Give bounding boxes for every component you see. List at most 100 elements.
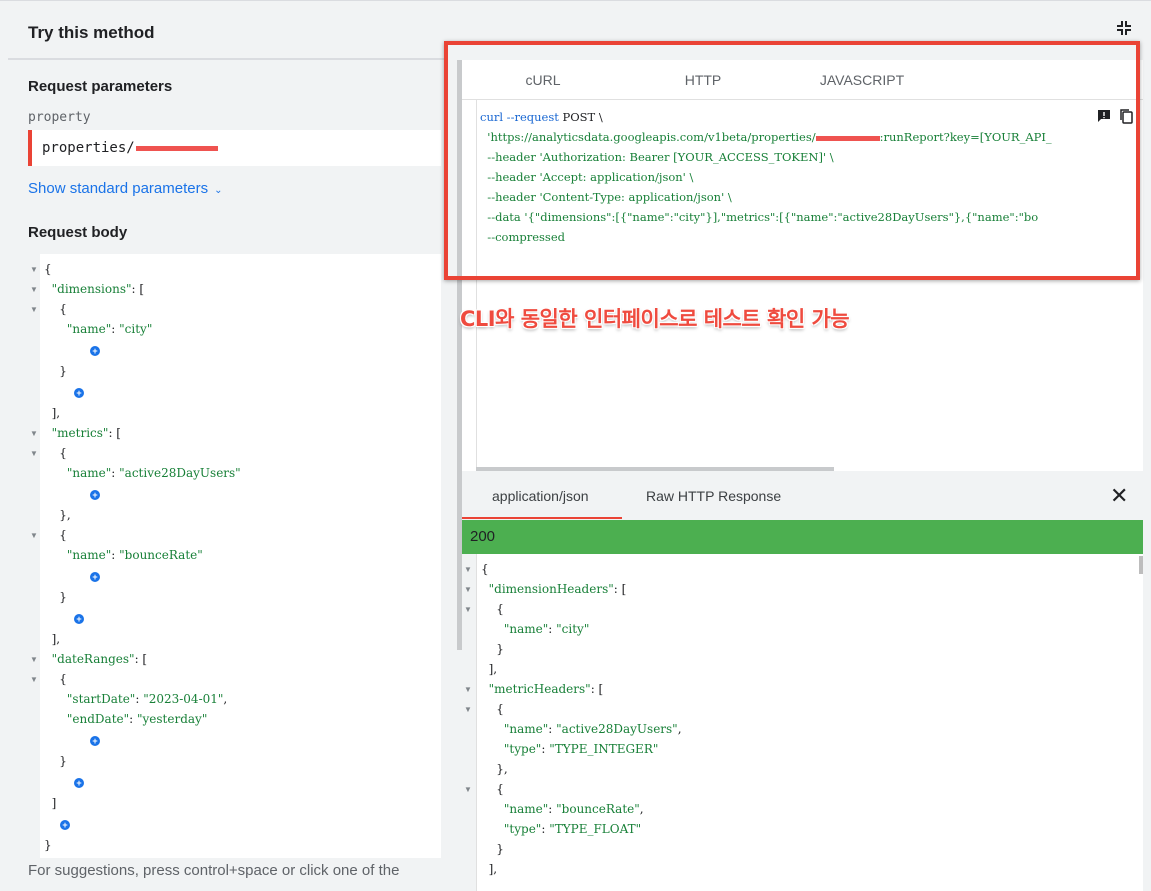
request-body-line: "startDate": "2023-04-01", bbox=[66, 692, 228, 706]
fold-arrow-icon[interactable]: ▼ bbox=[464, 785, 472, 794]
response-line: { bbox=[481, 702, 504, 716]
request-body-line: { bbox=[44, 528, 67, 542]
response-line: "type": "TYPE_INTEGER" bbox=[503, 742, 659, 756]
request-body-title: Request body bbox=[28, 224, 128, 241]
curl-line: --data '{"dimensions":[{"name":"city"}],… bbox=[480, 210, 1039, 224]
response-line: "dimensionHeaders": [ bbox=[488, 582, 627, 596]
feedback-icon[interactable] bbox=[1096, 108, 1112, 124]
fold-arrow-icon[interactable]: ▼ bbox=[464, 685, 472, 694]
response-line: } bbox=[481, 842, 504, 856]
property-value: properties/ bbox=[42, 140, 135, 156]
add-field-button[interactable]: + bbox=[90, 572, 100, 582]
fullscreen-exit-icon[interactable] bbox=[1114, 18, 1134, 38]
response-tabs: application/json Raw HTTP Response ✕ bbox=[462, 471, 1143, 520]
fold-arrow-icon[interactable]: ▼ bbox=[30, 449, 38, 458]
add-field-button[interactable]: + bbox=[90, 736, 100, 746]
property-input[interactable]: properties/ bbox=[28, 130, 441, 166]
fold-arrow-icon[interactable]: ▼ bbox=[30, 675, 38, 684]
copy-icon[interactable] bbox=[1118, 108, 1134, 124]
request-body-line: { bbox=[44, 672, 67, 686]
tab-application-json[interactable]: application/json bbox=[492, 488, 589, 504]
panel-title: Try this method bbox=[28, 23, 155, 42]
add-field-button[interactable]: + bbox=[74, 388, 84, 398]
add-field-button[interactable]: + bbox=[90, 490, 100, 500]
close-icon[interactable]: ✕ bbox=[1110, 483, 1128, 509]
tab-curl[interactable]: cURL bbox=[506, 72, 580, 88]
request-body-line: { bbox=[44, 446, 67, 460]
tab-javascript[interactable]: JAVASCRIPT bbox=[812, 72, 912, 88]
curl-line: --compressed bbox=[480, 230, 565, 244]
request-body-line: "endDate": "yesterday" bbox=[66, 712, 208, 726]
code-sample-panel: cURL HTTP JAVASCRIPT curl --request POST… bbox=[462, 60, 1143, 471]
request-body-line: } bbox=[44, 590, 67, 604]
response-line: "name": "city" bbox=[503, 622, 590, 636]
redaction-mark bbox=[815, 135, 880, 141]
add-field-button[interactable]: + bbox=[90, 346, 100, 356]
request-body-line: "name": "city" bbox=[66, 322, 153, 336]
fold-arrow-icon[interactable]: ▼ bbox=[464, 705, 472, 714]
curl-line: curl --request POST \ bbox=[480, 110, 603, 124]
response-line: { bbox=[481, 782, 504, 796]
status-code: 200 bbox=[470, 528, 496, 545]
response-line: "type": "TYPE_FLOAT" bbox=[503, 822, 642, 836]
response-line: }, bbox=[481, 762, 508, 776]
show-standard-parameters-link[interactable]: Show standard parameters ⌄ bbox=[28, 180, 223, 197]
request-body-line: } bbox=[44, 754, 67, 768]
fold-arrow-icon[interactable]: ▼ bbox=[30, 285, 38, 294]
code-tabs: cURL HTTP JAVASCRIPT bbox=[462, 60, 1143, 100]
chevron-down-icon: ⌄ bbox=[214, 185, 223, 196]
response-line: "name": "bounceRate", bbox=[503, 802, 644, 816]
curl-line: --header 'Authorization: Bearer [YOUR_AC… bbox=[480, 150, 834, 164]
response-line: "name": "active28DayUsers", bbox=[503, 722, 682, 736]
fold-arrow-icon[interactable]: ▼ bbox=[30, 265, 38, 274]
curl-line: --header 'Content-Type: application/json… bbox=[480, 190, 732, 204]
try-this-method-panel: Try this method Request parameters prope… bbox=[0, 0, 1151, 891]
response-line: ], bbox=[481, 662, 498, 676]
status-code-bar: 200 bbox=[462, 520, 1143, 554]
fold-arrow-icon[interactable]: ▼ bbox=[30, 655, 38, 664]
request-body-line: ] bbox=[44, 796, 57, 810]
request-body-editor[interactable]: { ▼ "dimensions": [ ▼ { ▼ "name": "city" + }… bbox=[28, 254, 441, 858]
redaction-mark bbox=[135, 145, 218, 151]
response-line: { bbox=[481, 602, 504, 616]
add-field-button[interactable]: + bbox=[74, 614, 84, 624]
request-body-line: "metrics": [ bbox=[51, 426, 121, 440]
add-field-button[interactable]: + bbox=[60, 820, 70, 830]
request-body-line: } bbox=[44, 364, 67, 378]
request-body-line: "name": "bounceRate" bbox=[66, 548, 203, 562]
response-panel: application/json Raw HTTP Response ✕ 200… bbox=[462, 471, 1143, 891]
fold-arrow-icon[interactable]: ▼ bbox=[30, 305, 38, 314]
add-field-button[interactable]: + bbox=[74, 778, 84, 788]
request-body-line: }, bbox=[44, 508, 71, 522]
request-body-line: { bbox=[44, 262, 52, 276]
response-json: { "dimensionHeaders": [ { "name": "city"… bbox=[476, 554, 1143, 891]
response-line: } bbox=[481, 642, 504, 656]
fold-arrow-icon[interactable]: ▼ bbox=[30, 531, 38, 540]
response-line: { bbox=[481, 562, 489, 576]
request-body-line: } bbox=[44, 838, 52, 852]
request-body-line: "dimensions": [ bbox=[51, 282, 145, 296]
header-divider bbox=[8, 58, 444, 60]
curl-line: --header 'Accept: application/json' \ bbox=[480, 170, 694, 184]
fold-arrow-icon[interactable]: ▼ bbox=[30, 429, 38, 438]
tab-http[interactable]: HTTP bbox=[666, 72, 740, 88]
annotation-text: CLI와 동일한 인터페이스로 테스트 확인 가능 bbox=[460, 307, 850, 331]
editor-gutter bbox=[28, 254, 40, 858]
response-line: ], bbox=[481, 862, 498, 876]
request-body-line: ], bbox=[44, 632, 61, 646]
request-body-line: { bbox=[44, 302, 67, 316]
request-body-line: "name": "active28DayUsers" bbox=[66, 466, 241, 480]
curl-code: curl --request POST \ 'https://analytics… bbox=[476, 100, 1143, 471]
fold-arrow-icon[interactable]: ▼ bbox=[464, 605, 472, 614]
fold-arrow-icon[interactable]: ▼ bbox=[464, 585, 472, 594]
request-body-line: "dateRanges": [ bbox=[51, 652, 148, 666]
fold-arrow-icon[interactable]: ▼ bbox=[464, 565, 472, 574]
tab-raw-http-response[interactable]: Raw HTTP Response bbox=[646, 488, 781, 504]
response-line: "metricHeaders": [ bbox=[488, 682, 604, 696]
response-body: { "dimensionHeaders": [ { "name": "city"… bbox=[462, 554, 1143, 891]
vertical-scrollbar[interactable] bbox=[1139, 556, 1143, 574]
curl-line: 'https://analyticsdata.googleapis.com/v1… bbox=[480, 130, 1052, 144]
active-tab-indicator bbox=[462, 517, 622, 519]
request-body-line: ], bbox=[44, 406, 61, 420]
editor-hint: For suggestions, press control+space or … bbox=[28, 862, 400, 879]
